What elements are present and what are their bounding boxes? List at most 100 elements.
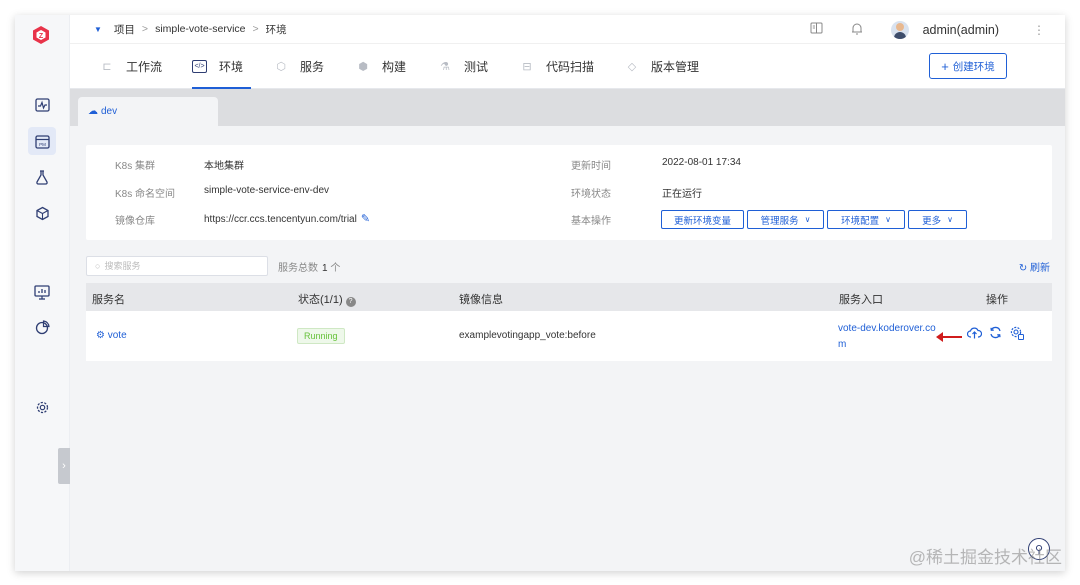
service-name-link[interactable]: ⚙ vote	[96, 330, 127, 341]
breadcrumb-project[interactable]: 项目	[114, 22, 135, 37]
help-question-icon[interactable]: ?	[345, 297, 356, 307]
workflow-icon: ⊏	[102, 61, 112, 73]
tab-version[interactable]: ◇ 版本管理	[625, 44, 699, 89]
tab-service[interactable]: ⬡ 服务	[274, 44, 324, 89]
restart-sync-icon[interactable]	[989, 326, 1002, 342]
search-icon: ○	[95, 261, 101, 271]
tab-build[interactable]: ⬢ 构建	[356, 44, 406, 89]
svg-text:Z: Z	[39, 33, 44, 40]
cluster-label: K8s 集群	[115, 161, 156, 172]
tab-label: 测试	[464, 60, 489, 74]
operations-label: 基本操作	[571, 216, 611, 227]
caret-down-icon[interactable]: ▼	[94, 25, 102, 34]
tab-label: 服务	[300, 60, 325, 74]
updated-label: 更新时间	[571, 161, 611, 172]
registry-url: https://ccr.ccs.tencentyun.com/trial	[204, 214, 357, 225]
service-entry-link[interactable]: vote-dev.koderover.com	[838, 321, 938, 353]
refresh-label: 刷新	[1030, 263, 1050, 274]
environment-code-icon: </>	[192, 60, 207, 73]
annotation-arrow-icon	[936, 332, 962, 342]
environment-info-card: K8s 集群 本地集群 K8s 命名空间 simple-vote-service…	[86, 145, 1052, 240]
manage-services-button[interactable]: 管理服务 ∨	[747, 210, 824, 229]
more-button[interactable]: 更多 ∨	[908, 210, 967, 229]
service-gear-icon: ⚙	[96, 330, 105, 341]
pie-chart-icon[interactable]	[28, 313, 56, 341]
plus-icon: +	[941, 58, 949, 74]
create-environment-label: 创建环境	[952, 60, 995, 73]
breadcrumb: ▼ 项目 > simple-vote-service > 环境	[94, 22, 287, 37]
cloud-icon: ☁	[88, 106, 98, 117]
create-environment-button[interactable]: + 创建环境	[929, 53, 1007, 79]
svg-text:PM: PM	[39, 142, 46, 147]
chevron-down-icon: ∨	[885, 215, 891, 224]
left-rail: Z PM ›	[15, 15, 70, 571]
project-manage-icon[interactable]: PM	[28, 127, 56, 155]
sidebar-expand-button[interactable]: ›	[58, 448, 70, 484]
more-vertical-icon[interactable]: ⋮	[1033, 23, 1045, 37]
env-tab-label: dev	[101, 106, 118, 117]
service-total: 服务总数 1 个	[278, 259, 340, 274]
column-header-status: 状态(1/1)?	[298, 291, 356, 307]
column-header-image: 镜像信息	[459, 294, 503, 306]
tab-code-scan[interactable]: ⊟ 代码扫描	[520, 44, 594, 89]
update-env-vars-label: 更新环境变量	[673, 215, 731, 227]
top-bar: ▼ 项目 > simple-vote-service > 环境 admin(ad…	[70, 15, 1065, 44]
koderover-logo-icon[interactable]: Z	[31, 25, 51, 45]
chevron-down-icon: ∨	[947, 215, 953, 224]
watermark: @稀土掘金技术社区	[908, 548, 1062, 567]
column-header-operations: 操作	[986, 294, 1008, 306]
breadcrumb-current: 环境	[265, 23, 287, 36]
breadcrumb-separator: >	[252, 23, 259, 35]
column-header-name: 服务名	[92, 294, 125, 306]
notification-bell-icon[interactable]	[851, 22, 863, 38]
service-settings-icon[interactable]	[1010, 326, 1024, 343]
build-icon: ⬢	[358, 61, 368, 73]
tab-workflow[interactable]: ⊏ 工作流	[100, 44, 162, 89]
status-badge: Running	[297, 328, 345, 344]
project-nav: ⊏ 工作流 </> 环境 ⬡ 服务 ⬢ 构建 ⚗ 测试 ⊟ 代码扫描 ◇ 版本管…	[70, 44, 1065, 89]
breadcrumb-service[interactable]: simple-vote-service	[155, 23, 245, 35]
tab-label: 版本管理	[651, 60, 700, 74]
service-name: vote	[107, 330, 127, 341]
env-config-label: 环境配置	[841, 215, 880, 227]
test-flask-icon: ⚗	[440, 61, 450, 73]
env-config-button[interactable]: 环境配置 ∨	[827, 210, 905, 229]
registry-value: https://ccr.ccs.tencentyun.com/trial ✎	[204, 212, 370, 225]
table-row: ⚙ vote Running examplevotingapp_vote:bef…	[86, 311, 1052, 361]
monitor-pulse-icon[interactable]	[28, 91, 56, 119]
search-service-field[interactable]: ○	[86, 256, 268, 276]
upload-cloud-icon[interactable]	[966, 326, 983, 342]
status-label: 环境状态	[571, 189, 611, 200]
breadcrumb-separator: >	[141, 23, 149, 35]
manage-services-label: 管理服务	[760, 215, 799, 227]
namespace-label: K8s 命名空间	[115, 189, 176, 200]
edit-pencil-icon[interactable]: ✎	[361, 213, 370, 225]
more-label: 更多	[922, 215, 942, 227]
refresh-icon: ↻	[1018, 263, 1028, 274]
table-header: 服务名 状态(1/1)? 镜像信息 服务入口 操作	[86, 283, 1052, 311]
avatar[interactable]	[890, 20, 909, 39]
search-input[interactable]	[104, 261, 255, 271]
user-name[interactable]: admin(admin)	[923, 23, 999, 37]
cluster-value: 本地集群	[204, 161, 244, 172]
image-info: examplevotingapp_vote:before	[459, 330, 596, 341]
environment-tab-strip: ☁ dev	[70, 89, 1065, 126]
docs-book-icon[interactable]	[810, 22, 823, 37]
settings-gear-icon[interactable]	[28, 393, 56, 421]
test-flask-icon[interactable]	[28, 163, 56, 191]
service-total-unit: 个	[330, 263, 341, 274]
update-env-vars-button[interactable]: 更新环境变量	[661, 210, 744, 229]
chevron-down-icon: ∨	[804, 215, 811, 224]
status-header-label: 状态(1/1)	[298, 294, 343, 306]
app-window: Z PM › ▼ 项目 > simple-vote-service > 环境 a…	[15, 15, 1065, 571]
artifact-cube-icon[interactable]	[28, 199, 56, 227]
updated-value: 2022-08-01 17:34	[662, 157, 741, 168]
version-tag-icon: ◇	[627, 61, 637, 73]
service-icon: ⬡	[276, 61, 286, 73]
tab-test[interactable]: ⚗ 测试	[438, 44, 488, 89]
tab-environment[interactable]: </> 环境	[192, 44, 252, 89]
dashboard-screen-icon[interactable]	[28, 278, 56, 306]
tab-label: 环境	[219, 60, 244, 74]
env-tab-dev[interactable]: ☁ dev	[78, 97, 218, 126]
refresh-button[interactable]: ↻ 刷新	[1019, 259, 1050, 274]
